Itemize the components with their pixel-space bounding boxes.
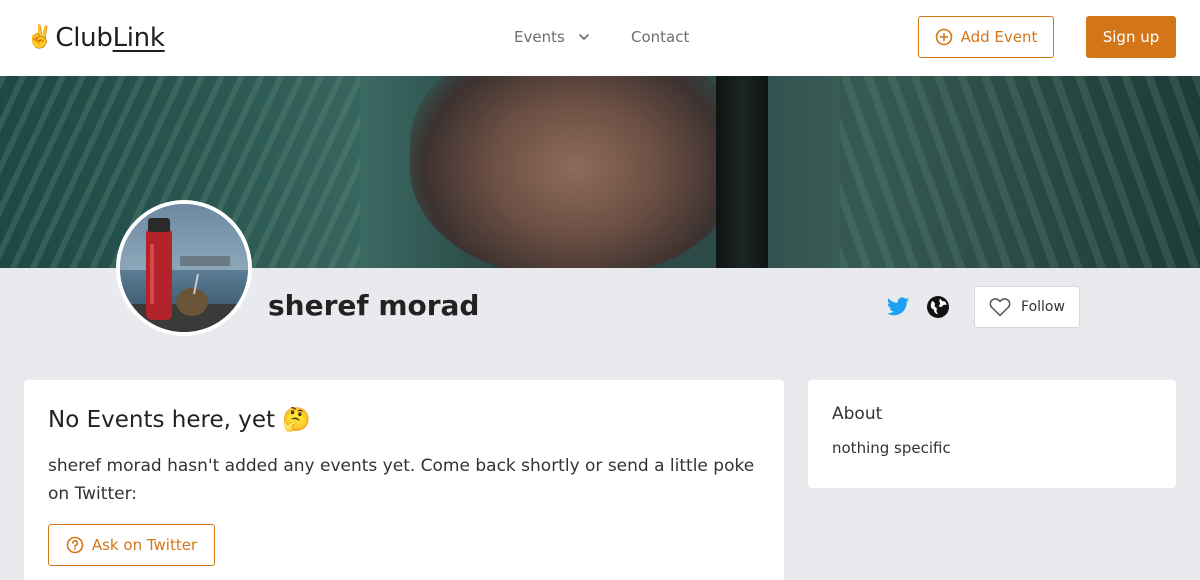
ask-on-twitter-label: Ask on Twitter xyxy=(91,536,198,554)
clublink-logo[interactable]: ✌️ ClubLink xyxy=(26,20,165,56)
heart-icon xyxy=(989,298,1011,317)
nav-events-dropdown[interactable]: Events xyxy=(514,26,591,48)
profile-avatar xyxy=(116,200,252,336)
sign-up-button[interactable]: Sign up xyxy=(1086,16,1176,58)
about-title: About xyxy=(832,404,883,424)
globe-icon[interactable] xyxy=(926,295,950,319)
question-circle-icon xyxy=(66,536,84,554)
twitter-icon[interactable] xyxy=(886,295,910,319)
no-events-title: No Events here, yet 🤔 xyxy=(48,407,311,433)
follow-label: Follow xyxy=(1021,299,1065,315)
plus-circle-icon xyxy=(935,28,952,46)
nav-events-label: Events xyxy=(514,28,565,46)
nav-contact-link[interactable]: Contact xyxy=(631,26,689,48)
victory-hand-icon: ✌️ xyxy=(26,25,54,50)
events-card: No Events here, yet 🤔 sheref morad hasn'… xyxy=(24,380,784,580)
ask-on-twitter-button[interactable]: Ask on Twitter xyxy=(48,524,215,566)
about-card: About nothing specific xyxy=(808,380,1176,488)
add-event-button[interactable]: Add Event xyxy=(918,16,1054,58)
about-text: nothing specific xyxy=(832,439,951,457)
chevron-down-icon xyxy=(578,34,589,40)
no-events-message: sheref morad hasn't added any events yet… xyxy=(48,456,755,504)
follow-button[interactable]: Follow xyxy=(974,286,1080,328)
add-event-label: Add Event xyxy=(960,28,1038,46)
profile-name: sheref morad xyxy=(268,289,480,322)
top-navbar: ✌️ ClubLink Events Contact Add Event Sig… xyxy=(0,0,1200,76)
avatar-image xyxy=(120,204,248,332)
logo-text: ClubLink xyxy=(55,23,165,53)
